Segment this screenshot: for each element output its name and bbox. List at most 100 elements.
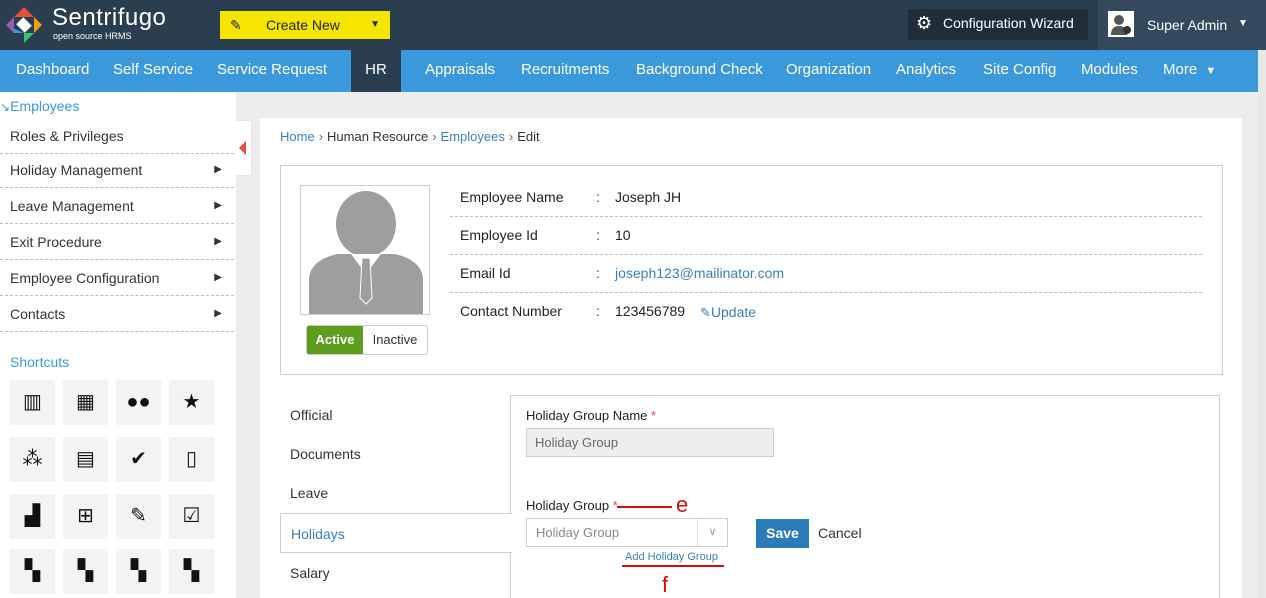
holiday-group-label: Holiday Group * <box>526 498 618 513</box>
configuration-wizard-button[interactable]: ⚙ Configuration Wizard <box>908 9 1088 40</box>
sidebar-item-roles-privileges[interactable]: Roles & Privileges <box>0 118 234 154</box>
holiday-group-select-value: Holiday Group <box>536 525 620 540</box>
sidebar-collapse-toggle[interactable] <box>236 120 252 176</box>
org-chart-icon[interactable]: ⁂ <box>10 437 55 482</box>
caret-down-icon: ▼ <box>1238 18 1248 29</box>
field-separator: : <box>596 189 600 205</box>
user-check-icon[interactable]: ✔ <box>116 437 161 482</box>
breadcrumb-home[interactable]: Home <box>280 129 315 144</box>
nav-background-check[interactable]: Background Check <box>636 50 763 92</box>
field-separator: : <box>596 265 600 281</box>
tab-official[interactable]: Official <box>280 395 510 435</box>
cancel-button[interactable]: Cancel <box>818 525 862 541</box>
user-avatar-icon <box>1108 11 1134 37</box>
edit-icon: ✎ <box>700 305 711 320</box>
holiday-group-select[interactable]: Holiday Group ∨ <box>526 518 728 547</box>
nav-more[interactable]: More ▼ <box>1163 50 1216 92</box>
nav-recruitments[interactable]: Recruitments <box>521 50 609 92</box>
user-star-icon[interactable]: ★ <box>169 380 214 425</box>
triangle-left-icon <box>239 141 246 155</box>
tree-doc-icon[interactable]: ⊞ <box>63 494 108 539</box>
status-inactive-button[interactable]: Inactive <box>363 326 427 354</box>
nav-organization[interactable]: Organization <box>786 50 871 92</box>
group-icon[interactable]: ●● <box>116 380 161 425</box>
caret-right-icon: ▶ <box>214 308 222 319</box>
chevron-down-icon: ∨ <box>697 519 727 546</box>
nav-appraisals[interactable]: Appraisals <box>425 50 495 92</box>
nav-hr[interactable]: HR <box>351 50 401 92</box>
caret-right-icon: ▶ <box>214 236 222 247</box>
stairs-icon[interactable]: ▟ <box>10 494 55 539</box>
sidebar-item-employee-configuration[interactable]: Employee Configuration ▶ <box>0 260 234 296</box>
email-link[interactable]: joseph123@mailinator.com <box>615 265 784 281</box>
arrow-down-right-icon: ↘ <box>0 100 11 114</box>
tab-leave[interactable]: Leave <box>280 473 510 513</box>
nav-dashboard[interactable]: Dashboard <box>16 50 89 92</box>
tab-salary[interactable]: Salary <box>280 553 510 593</box>
nav-modules[interactable]: Modules <box>1081 50 1138 92</box>
field-value: Joseph JH <box>615 189 682 205</box>
chevron-right-icon: › <box>432 129 437 144</box>
holiday-form-panel <box>510 395 1220 598</box>
calendar-icon[interactable]: ▤ <box>63 437 108 482</box>
gear-icon: ⚙ <box>916 13 933 33</box>
tab-documents[interactable]: Documents <box>280 434 510 474</box>
grid-icon[interactable]: ▚ <box>10 549 55 594</box>
breadcrumb-human-resource: Human Resource <box>327 129 429 144</box>
user-silhouette-icon <box>301 186 429 314</box>
grid-icon[interactable]: ▚ <box>63 549 108 594</box>
building-icon[interactable]: ▥ <box>10 380 55 425</box>
sidebar-heading-employees[interactable]: ↘Employees <box>0 98 79 114</box>
top-bar: Sentrifugo open source HRMS ✎ Create New… <box>0 0 1266 50</box>
sidebar-item-exit-procedure[interactable]: Exit Procedure ▶ <box>0 224 234 260</box>
grid-icon[interactable]: ▚ <box>169 549 214 594</box>
breadcrumb-employees[interactable]: Employees <box>441 129 505 144</box>
shortcuts-title: Shortcuts <box>10 354 70 370</box>
edit-doc-icon[interactable]: ✎ <box>116 494 161 539</box>
nav-site-config[interactable]: Site Config <box>983 50 1056 92</box>
sentrifugo-logo-icon[interactable] <box>4 5 44 45</box>
field-value: 123456789 <box>615 303 686 319</box>
boxes-icon[interactable]: ▦ <box>63 380 108 425</box>
holiday-group-name-label: Holiday Group Name * <box>526 408 657 423</box>
sidebar-item-leave-management[interactable]: Leave Management ▶ <box>0 188 234 224</box>
chevron-right-icon: › <box>318 129 324 144</box>
checklist-icon[interactable]: ☑ <box>169 494 214 539</box>
save-button[interactable]: Save <box>756 519 809 548</box>
field-label: Employee Name <box>460 189 564 205</box>
sidebar-item-contacts[interactable]: Contacts ▶ <box>0 296 234 332</box>
required-mark: * <box>651 408 657 423</box>
brand-tagline: open source HRMS <box>53 31 132 41</box>
field-label: Employee Id <box>460 227 538 243</box>
employee-photo <box>300 185 430 315</box>
field-label: Email Id <box>460 265 511 281</box>
user-menu[interactable]: Super Admin ▼ <box>1098 0 1266 50</box>
nav-service-request[interactable]: Service Request <box>217 50 327 92</box>
pencil-icon: ✎ <box>230 17 242 33</box>
create-new-button[interactable]: ✎ Create New ▼ <box>220 11 390 39</box>
caret-right-icon: ▶ <box>214 200 222 211</box>
scrollbar[interactable] <box>1258 50 1266 598</box>
field-separator: : <box>596 227 600 243</box>
holiday-group-name-input[interactable]: Holiday Group <box>526 428 774 457</box>
annotation-label-f: f <box>662 572 669 597</box>
caret-down-icon: ▼ <box>370 19 380 30</box>
caret-right-icon: ▶ <box>214 272 222 283</box>
sidebar-item-holiday-management[interactable]: Holiday Management ▶ <box>0 152 234 188</box>
info-row-contact-number: Contact Number : 123456789 ✎Update <box>450 293 1202 331</box>
create-new-label: Create New <box>266 17 340 33</box>
field-separator: : <box>596 303 600 319</box>
document-user-icon[interactable]: ▯ <box>169 437 214 482</box>
status-active-button[interactable]: Active <box>307 326 363 354</box>
nav-self-service[interactable]: Self Service <box>113 50 193 92</box>
info-row-employee-name: Employee Name : Joseph JH <box>450 179 1202 217</box>
chevron-right-icon: › <box>508 129 514 144</box>
update-contact-link[interactable]: ✎Update <box>700 304 756 321</box>
add-holiday-group-link[interactable]: Add Holiday Group <box>625 551 718 563</box>
caret-down-icon: ▼ <box>1205 65 1217 77</box>
nav-analytics[interactable]: Analytics <box>896 50 956 92</box>
tab-holidays[interactable]: Holidays <box>280 513 512 553</box>
nav-more-label: More <box>1163 61 1198 78</box>
grid-icon[interactable]: ▚ <box>116 549 161 594</box>
brand: Sentrifugo open source HRMS <box>52 5 166 42</box>
